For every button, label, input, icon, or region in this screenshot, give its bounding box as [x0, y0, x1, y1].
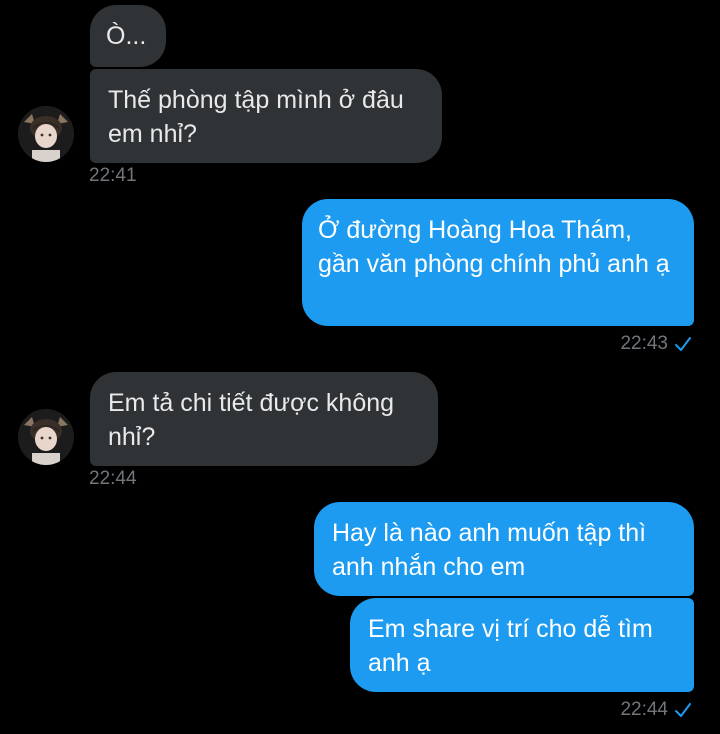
- message-text: Hay là nào anh muốn tập thì anh nhắn cho…: [332, 519, 647, 581]
- message-bubble-incoming[interactable]: Em tả chi tiết được không nhỉ?: [90, 372, 438, 466]
- message-status: 22:43: [620, 333, 692, 355]
- message-text: Em share vị trí cho dễ tìm anh ạ: [368, 615, 653, 677]
- message-timestamp: 22:44: [620, 699, 668, 720]
- message-bubble-incoming[interactable]: Thế phòng tập mình ở đâu em nhỉ?: [90, 69, 442, 163]
- contact-avatar[interactable]: [18, 409, 74, 465]
- message-timestamp: 22:43: [620, 333, 668, 354]
- message-bubble-incoming[interactable]: Ò...: [90, 5, 166, 67]
- avatar-image: [18, 106, 74, 162]
- message-timestamp: 22:41: [89, 165, 137, 186]
- message-status: 22:44: [620, 699, 692, 721]
- message-bubble-outgoing[interactable]: Ở đường Hoàng Hoa Thám, gần văn phòng ch…: [302, 199, 694, 326]
- message-text: Ở đường Hoàng Hoa Thám, gần văn phòng ch…: [318, 216, 670, 278]
- message-timestamp: 22:44: [89, 468, 137, 489]
- message-text: Em tả chi tiết được không nhỉ?: [108, 389, 395, 451]
- message-bubble-outgoing[interactable]: Em share vị trí cho dễ tìm anh ạ: [350, 598, 694, 692]
- message-bubble-outgoing[interactable]: Hay là nào anh muốn tập thì anh nhắn cho…: [314, 502, 694, 596]
- check-icon: [674, 702, 692, 718]
- avatar-image: [18, 409, 74, 465]
- contact-avatar[interactable]: [18, 106, 74, 162]
- message-text: Ò...: [106, 22, 147, 50]
- check-icon: [674, 336, 692, 352]
- message-text: Thế phòng tập mình ở đâu em nhỉ?: [108, 86, 404, 148]
